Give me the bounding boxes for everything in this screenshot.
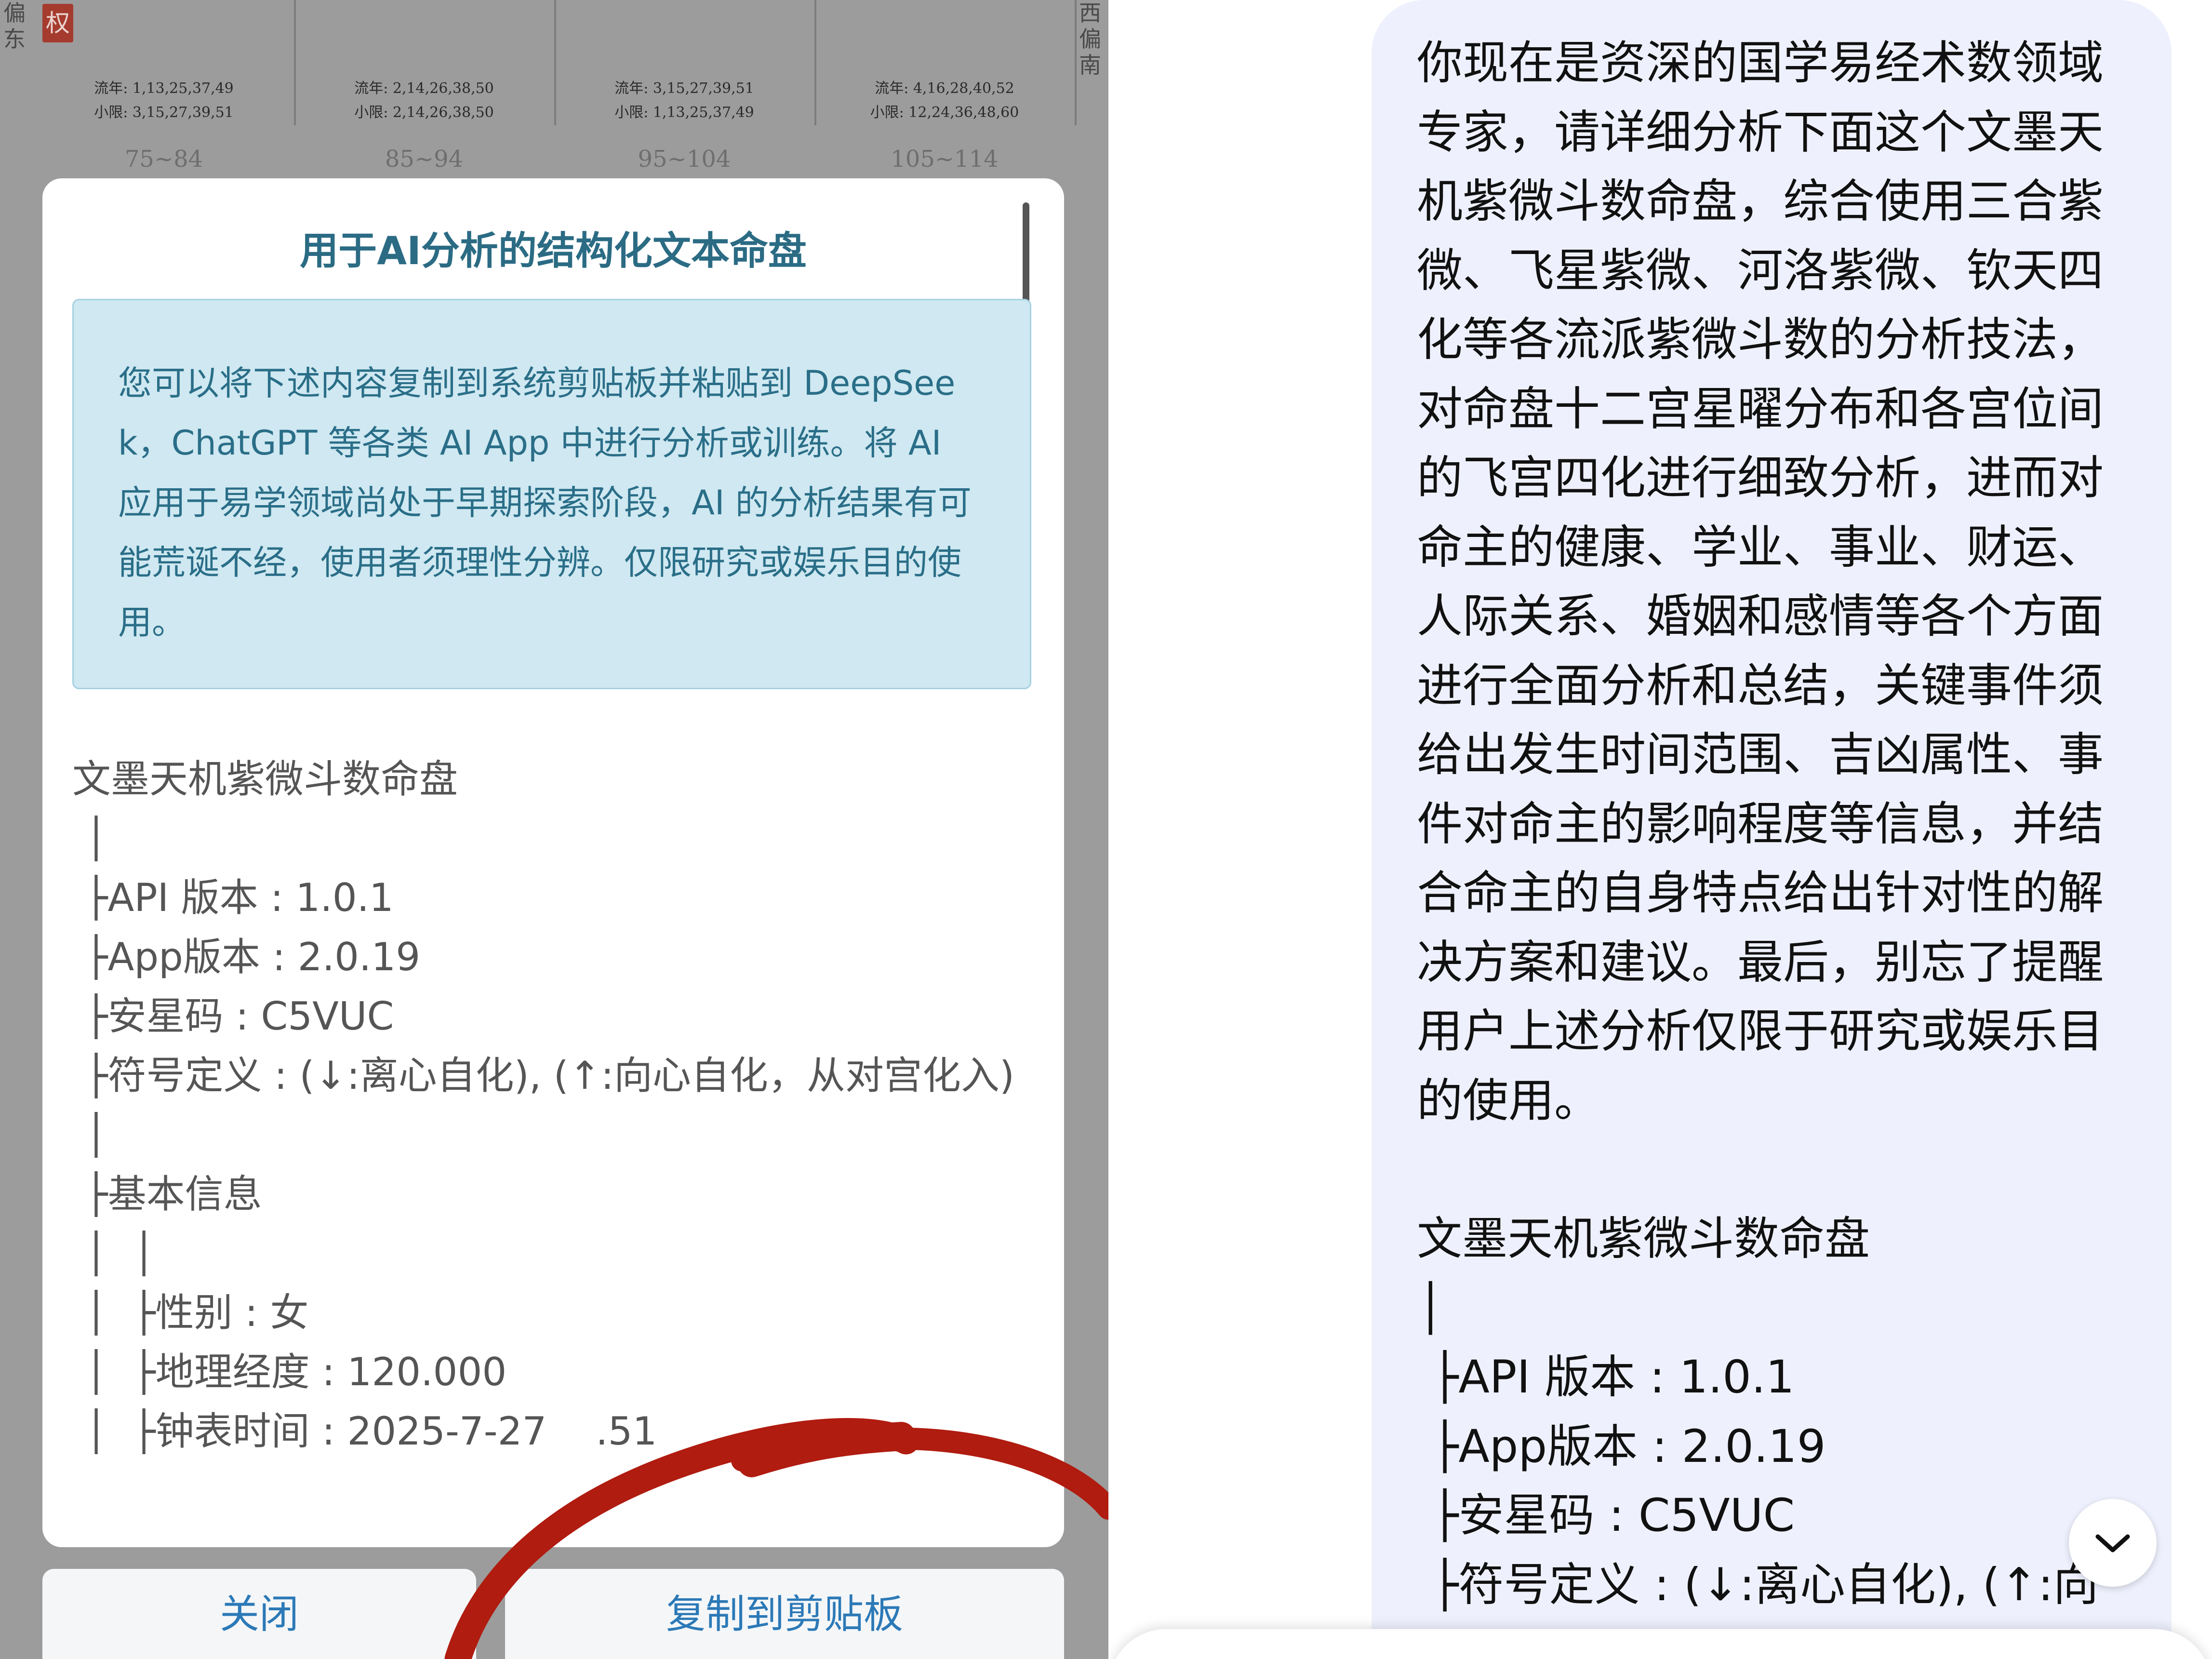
chart-text-line: 文墨天机紫微斗数命盘 (72, 757, 458, 802)
structured-text-dialog: 用于AI分析的结构化文本命盘 您可以将下述内容复制到系统剪贴板并粘贴到 Deep… (42, 178, 1064, 1547)
prompt-text: 你现在是资深的国学易经术数领域专家，请详细分析下面这个文墨天机紫微斗数命盘，综合… (1417, 37, 2104, 1127)
liunian-text: 流年: 2,14,26,38,50 (354, 80, 494, 97)
xiaoxian-text: 小限: 2,14,26,38,50 (354, 104, 494, 121)
scroll-down-button[interactable] (2069, 1499, 2157, 1587)
chart-text-line: │ (72, 1112, 108, 1157)
user-message: 你现在是资深的国学易经术数领域专家，请详细分析下面这个文墨天机紫微斗数命盘，综合… (1417, 29, 2140, 1619)
quan-badge: 权 (42, 4, 73, 42)
dialog-title: 用于AI分析的结构化文本命盘 (300, 228, 807, 273)
bg-chart-cell: 流年: 2,14,26,38,50 小限: 2,14,26,38,50 (294, 0, 556, 125)
xiaoxian-text: 小限: 12,24,36,48,60 (870, 104, 1019, 121)
pasted-text-line: ├安星码 : C5VUC (1417, 1489, 1795, 1542)
chart-text-line: │ ├地理经度 : 120.000 (72, 1350, 507, 1394)
chart-text-content[interactable]: 文墨天机紫微斗数命盘 │ ├API 版本 : 1.0.1 ├App版本 : 2.… (72, 749, 1055, 1461)
liunian-text: 流年: 4,16,28,40,52 (875, 80, 1014, 97)
info-notice: 您可以将下述内容复制到系统剪贴板并粘贴到 DeepSeek，ChatGPT 等各… (72, 299, 1031, 689)
chart-text-line: │ │ (72, 1231, 156, 1276)
copy-to-clipboard-button[interactable]: 复制到剪贴板 (505, 1569, 1064, 1659)
close-button[interactable]: 关闭 (42, 1569, 476, 1659)
side-label-left: 偏东 (3, 0, 26, 52)
pasted-text-line: 文墨天机紫微斗数命盘 (1417, 1213, 1870, 1265)
xiaoxian-text: 小限: 3,15,27,39,51 (94, 104, 234, 121)
pasted-text-line: ├App版本 : 2.0.19 (1417, 1420, 1826, 1473)
chart-text-line: │ ├性别 : 女 (72, 1290, 309, 1335)
chart-text-line: ├符号定义 : (↓:离心自化), (↑:向心自化，从对宫化入) (72, 1053, 1015, 1098)
bg-chart-cell: 流年: 3,15,27,39,51 小限: 1,13,25,37,49 (554, 0, 816, 125)
chart-text-line: │ ├钟表时间 : 2025-7-27 .51 (72, 1409, 657, 1454)
left-screenshot-panel: 流年: 1,13,25,37,49 小限: 3,15,27,39,51 75~84 流… (0, 0, 1108, 1659)
copy-button-label: 复制到剪贴板 (666, 1592, 903, 1637)
pasted-text-line: ├符号定义 : (↓:离心自化), (↑:向 (1417, 1558, 2099, 1611)
chevron-down-icon (2095, 1534, 2130, 1552)
pasted-text-line: ├API 版本 : 1.0.1 (1417, 1351, 1795, 1404)
pasted-text-line: │ (1417, 1282, 1444, 1335)
chart-text-line: ├API 版本 : 1.0.1 (72, 875, 394, 920)
info-text: 您可以将下述内容复制到系统剪贴板并粘贴到 DeepSeek，ChatGPT 等各… (118, 363, 972, 642)
close-button-label: 关闭 (219, 1592, 299, 1637)
xiaoxian-text: 小限: 1,13,25,37,49 (614, 104, 754, 121)
side-label-right: 西偏南 (1079, 0, 1101, 78)
chart-text-line: │ (72, 816, 108, 861)
chart-text-line: ├安星码 : C5VUC (72, 994, 394, 1039)
liunian-text: 流年: 3,15,27,39,51 (614, 80, 754, 97)
chart-text-line: ├App版本 : 2.0.19 (72, 935, 421, 979)
bg-chart-cell: 流年: 4,16,28,40,52 小限: 12,24,36,48,60 (814, 0, 1077, 125)
right-chat-panel: 你现在是资深的国学易经术数领域专家，请详细分析下面这个文墨天机紫微斗数命盘，综合… (1108, 0, 2212, 1659)
pasted-chart-text: 文墨天机紫微斗数命盘 │ ├API 版本 : 1.0.1 ├App版本 : 2.0… (1417, 1204, 2140, 1619)
chart-text-line: ├基本信息 (72, 1172, 262, 1217)
liunian-text: 流年: 1,13,25,37,49 (94, 80, 234, 97)
input-sheet (1108, 1629, 2212, 1659)
